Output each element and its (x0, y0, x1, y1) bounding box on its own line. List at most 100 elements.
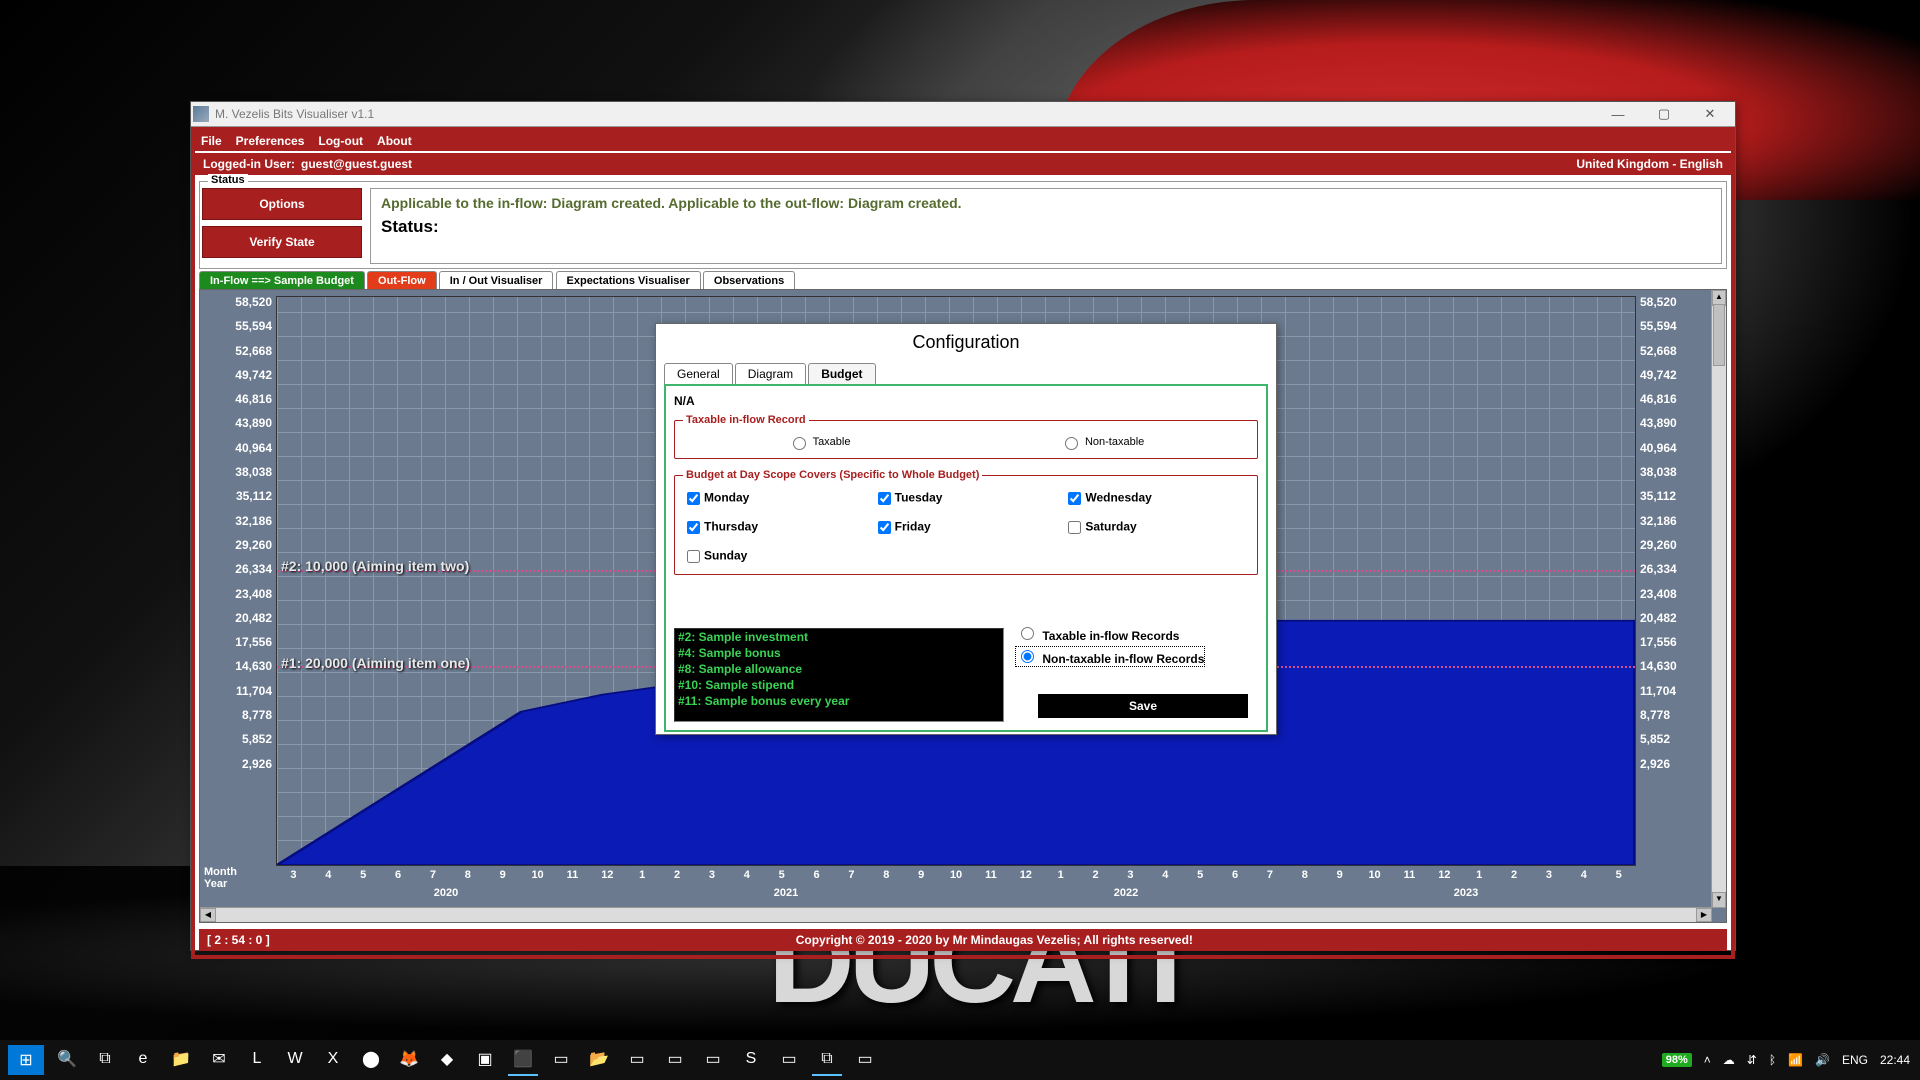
taskbar-app-icon[interactable]: ▭ (774, 1044, 804, 1074)
tab-expectations[interactable]: Expectations Visualiser (556, 271, 701, 290)
checkbox-tuesday[interactable] (878, 492, 891, 505)
scroll-down-button[interactable]: ▼ (1712, 892, 1726, 908)
taskbar-app-icon[interactable]: ⧉ (812, 1044, 842, 1076)
radio-taxable[interactable] (793, 437, 806, 450)
options-button[interactable]: Options (202, 188, 362, 220)
battery-icon[interactable]: 98% (1662, 1053, 1692, 1067)
y-tick: 5,852 (200, 727, 272, 751)
radio-nontaxable-label[interactable]: Non-taxable (1060, 434, 1144, 450)
menu-logout[interactable]: Log-out (318, 134, 363, 148)
maximize-button[interactable]: ▢ (1641, 103, 1687, 125)
menu-preferences[interactable]: Preferences (236, 134, 305, 148)
checkbox-sunday[interactable] (687, 550, 700, 563)
records-radio-group: Taxable in-flow Records Non-taxable in-f… (1016, 620, 1204, 670)
scroll-right-button[interactable]: ▶ (1696, 908, 1712, 922)
taskbar[interactable]: ⊞ 🔍 ⧉ e 📁 ✉ LWX ⬤ 🦊 ◆ ▣ ⬛ ▭ 📂 ▭ ▭ ▭ S ▭ ⧉ ▭ 98% ˄ ☁ ⇵ ᛒ 📶 🔊… (0, 1040, 1920, 1080)
x-months: 3456789101112123456789101112123456789101… (276, 866, 1636, 884)
x-month: 4 (729, 869, 764, 881)
taskbar-app-icon[interactable]: ⧉ (90, 1044, 120, 1074)
save-button[interactable]: Save (1038, 694, 1248, 718)
taskbar-app-icon[interactable]: X (318, 1044, 348, 1074)
taskbar-app-icon[interactable]: ▭ (698, 1044, 728, 1074)
x-month: 9 (485, 869, 520, 881)
x-month: 11 (974, 869, 1009, 881)
taskbar-app-icon[interactable]: ◆ (432, 1044, 462, 1074)
clock[interactable]: 22:44 (1880, 1053, 1910, 1067)
x-month: 7 (834, 869, 869, 881)
checkbox-monday[interactable] (687, 492, 700, 505)
menu-about[interactable]: About (377, 134, 412, 148)
taskbar-app-icon[interactable]: ▭ (546, 1044, 576, 1074)
menu-file[interactable]: File (201, 134, 222, 148)
cloud-icon[interactable]: ☁ (1723, 1053, 1735, 1067)
config-na: N/A (674, 394, 1258, 408)
taskbar-app-icon[interactable]: S (736, 1044, 766, 1074)
taskbar-app-icon[interactable]: ⬤ (356, 1044, 386, 1074)
y-tick: 2,926 (200, 752, 272, 776)
list-item[interactable]: #2: Sample investment (675, 629, 1003, 645)
taskbar-app-icon[interactable]: L (242, 1044, 272, 1074)
close-button[interactable]: ✕ (1687, 103, 1733, 125)
tray-up-icon[interactable]: ˄ (1704, 1053, 1711, 1067)
scroll-left-button[interactable]: ◀ (200, 908, 216, 922)
taskbar-app-icon[interactable]: 🔍 (52, 1044, 82, 1074)
day-monday[interactable]: Monday (683, 489, 868, 508)
y-tick: 52,668 (1640, 339, 1712, 363)
tab-inout-visualiser[interactable]: In / Out Visualiser (439, 271, 554, 290)
verify-state-button[interactable]: Verify State (202, 226, 362, 258)
chart-hscroll[interactable]: ◀ ▶ (200, 907, 1712, 922)
taskbar-app-icon[interactable]: 🦊 (394, 1044, 424, 1074)
day-sunday[interactable]: Sunday (683, 547, 868, 566)
list-item[interactable]: #4: Sample bonus (675, 645, 1003, 661)
taskbar-app-icon[interactable]: ▭ (850, 1044, 880, 1074)
minimize-button[interactable]: — (1595, 103, 1641, 125)
radio-taxable-label[interactable]: Taxable (788, 434, 851, 450)
list-item[interactable]: #11: Sample bonus every year (675, 693, 1003, 709)
taskbar-app-icon[interactable]: 📁 (166, 1044, 196, 1074)
config-tab-budget[interactable]: Budget (808, 363, 875, 384)
volume-icon[interactable]: 🔊 (1815, 1053, 1830, 1067)
checkbox-wednesday[interactable] (1068, 492, 1081, 505)
radio-nontaxable[interactable] (1065, 437, 1078, 450)
radio-nontaxable-records[interactable] (1021, 650, 1034, 663)
day-saturday[interactable]: Saturday (1064, 518, 1249, 537)
checkbox-friday[interactable] (878, 521, 891, 534)
y-tick: 2,926 (1640, 752, 1712, 776)
config-tab-diagram[interactable]: Diagram (735, 363, 806, 384)
tab-inflow[interactable]: In-Flow ==> Sample Budget (199, 271, 365, 290)
tab-observations[interactable]: Observations (703, 271, 795, 290)
taskbar-app-icon[interactable]: ✉ (204, 1044, 234, 1074)
day-thursday[interactable]: Thursday (683, 518, 868, 537)
start-button[interactable]: ⊞ (8, 1045, 44, 1075)
x-years: 2020202120222023 (276, 884, 1636, 902)
taskbar-app-icon[interactable]: 📂 (584, 1044, 614, 1074)
scroll-thumb[interactable] (1713, 304, 1725, 366)
taskbar-app-icon[interactable]: ▣ (470, 1044, 500, 1074)
day-tuesday[interactable]: Tuesday (874, 489, 1059, 508)
titlebar[interactable]: M. Vezelis Bits Visualiser v1.1 — ▢ ✕ (191, 102, 1735, 127)
y-tick: 58,520 (1640, 290, 1712, 314)
radio-nontaxable-records-label[interactable]: Non-taxable in-flow Records (1016, 647, 1204, 666)
taskbar-app-icon[interactable]: ▭ (622, 1044, 652, 1074)
network-icon[interactable]: ⇵ (1747, 1053, 1757, 1067)
taskbar-app-icon[interactable]: e (128, 1044, 158, 1074)
list-item[interactable]: #10: Sample stipend (675, 677, 1003, 693)
app-icon (193, 106, 209, 122)
chart-vscroll[interactable]: ▲ ▼ (1711, 290, 1726, 908)
taskbar-app-icon[interactable]: W (280, 1044, 310, 1074)
radio-taxable-records[interactable] (1021, 627, 1034, 640)
tab-outflow[interactable]: Out-Flow (367, 271, 437, 290)
records-listbox[interactable]: #2: Sample investment#4: Sample bonus#8:… (674, 628, 1004, 722)
taskbar-app-icon[interactable]: ▭ (660, 1044, 690, 1074)
list-item[interactable]: #8: Sample allowance (675, 661, 1003, 677)
config-tab-general[interactable]: General (664, 363, 733, 384)
language-indicator[interactable]: ENG (1842, 1053, 1868, 1067)
wifi-icon[interactable]: 📶 (1788, 1053, 1803, 1067)
taskbar-app-icon[interactable]: ⬛ (508, 1044, 538, 1076)
radio-taxable-records-label[interactable]: Taxable in-flow Records (1016, 624, 1204, 643)
bluetooth-icon[interactable]: ᛒ (1769, 1053, 1776, 1067)
day-wednesday[interactable]: Wednesday (1064, 489, 1249, 508)
day-friday[interactable]: Friday (874, 518, 1059, 537)
checkbox-saturday[interactable] (1068, 521, 1081, 534)
checkbox-thursday[interactable] (687, 521, 700, 534)
